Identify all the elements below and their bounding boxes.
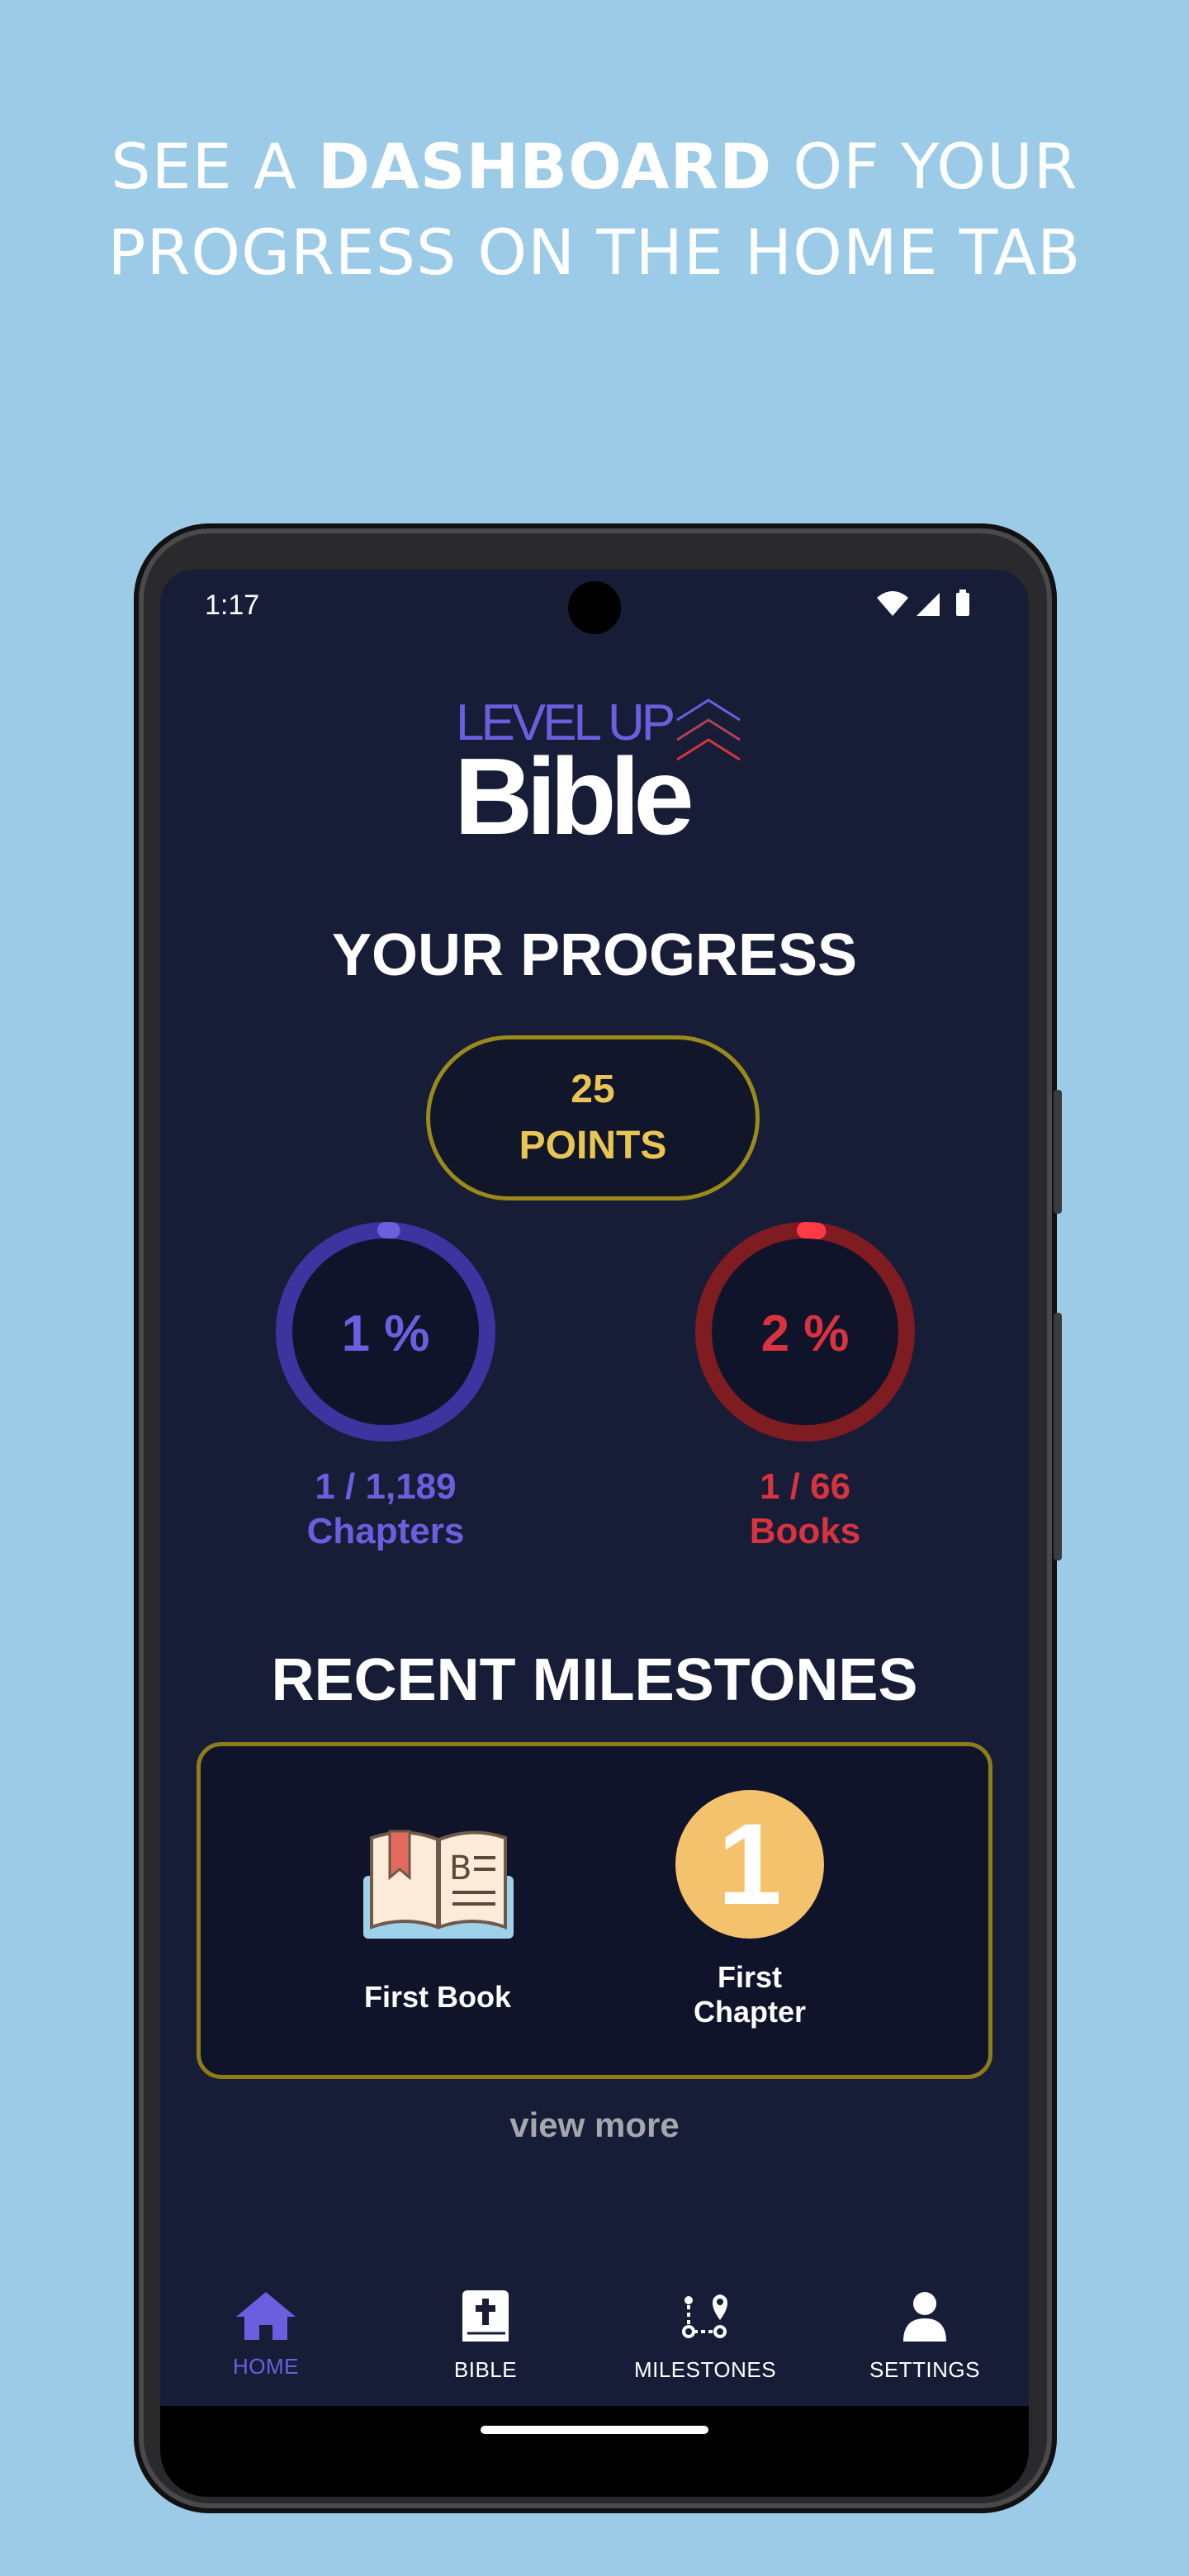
front-camera [568,581,621,634]
nav-milestones[interactable]: MILESTONES [598,2289,812,2383]
view-more-link[interactable]: view more [0,2105,1189,2145]
chapters-count: 1 / 1,189 [315,1466,457,1507]
milestone-label-line-1: First [717,1960,782,1994]
person-icon [903,2292,946,2342]
books-percent: 2 % [760,1305,850,1362]
bible-icon [462,2290,509,2342]
home-icon [236,2292,296,2340]
points-value: 25 [571,1068,615,1111]
svg-text:B: B [449,1849,471,1887]
nav-bible-label: BIBLE [453,2357,518,2382]
chapters-label: Chapters [306,1511,465,1551]
headline-line-2: PROGRESS ON THE HOME TAB [107,215,1082,289]
route-icon [682,2294,727,2338]
milestone-first-chapter-label: First Chapter [634,1960,865,2029]
headline-line-1: SEE A DASHBOARD OF YOUR [111,130,1078,203]
chapters-percent: 1 % [341,1305,430,1362]
books-label: Books [749,1511,861,1551]
nav-milestones-label: MILESTONES [633,2357,777,2382]
books-count: 1 / 66 [759,1466,851,1507]
signal-icon [917,593,940,616]
status-icons [877,590,969,616]
points-label: POINTS [519,1124,667,1167]
volume-button [1054,1090,1062,1214]
nav-home[interactable]: HOME [159,2289,373,2379]
nav-bible[interactable]: BIBLE [378,2289,593,2383]
milestones-card[interactable] [197,1742,992,2079]
nav-settings-label: SETTINGS [869,2357,980,2382]
badge-number: 1 [718,1799,782,1929]
promo-headline: SEE A DASHBOARD OF YOUR PROGRESS ON THE … [0,124,1189,296]
number-badge-icon: 1 [675,1790,824,1939]
logo-bible: Bible [454,736,694,857]
open-book-icon: B [363,1830,514,1939]
milestones-title: RECENT MILESTONES [271,1647,918,1713]
gesture-bar-area [160,2406,1029,2497]
chapters-caption: 1 / 1,189 Chapters [220,1465,551,1554]
power-button [1054,1313,1062,1560]
progress-title: YOUR PROGRESS [331,922,858,988]
nav-home-label: HOME [233,2354,299,2379]
status-time: 1:17 [205,590,260,621]
home-indicator[interactable] [481,2426,708,2434]
milestone-label-line-2: Chapter [693,1995,807,2029]
books-caption: 1 / 66 Books [640,1465,970,1554]
points-badge: 25 POINTS [426,1035,760,1200]
milestone-first-book-label: First Book [363,1980,511,2014]
wifi-icon [877,591,908,616]
nav-settings[interactable]: SETTINGS [817,2289,1032,2383]
battery-icon [956,593,969,616]
